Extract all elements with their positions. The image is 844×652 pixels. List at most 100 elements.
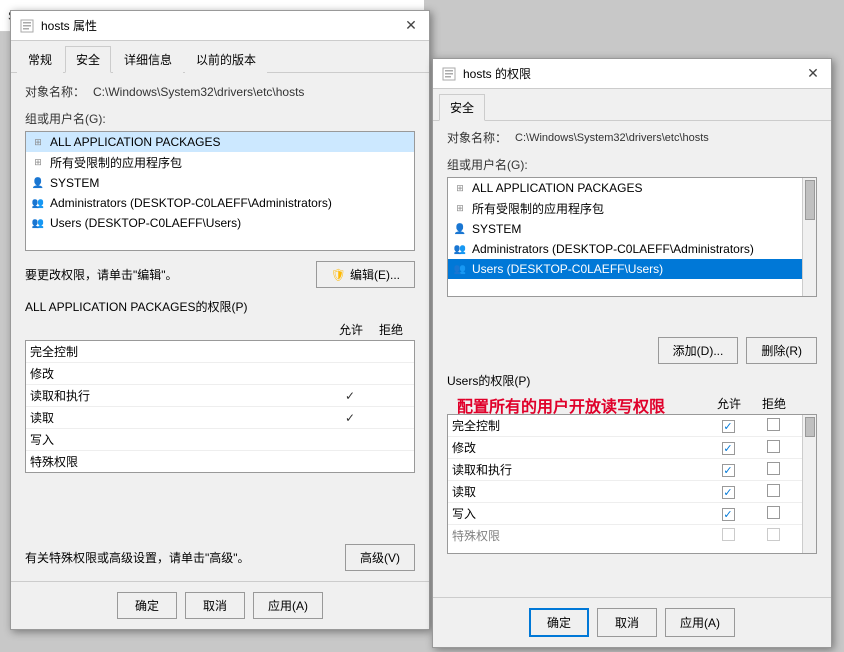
dialog2-tabs: 安全 (433, 89, 831, 121)
remove-button[interactable]: 删除(R) (746, 337, 817, 364)
d2-perm-allow-3[interactable] (708, 485, 748, 499)
add-button[interactable]: 添加(D)... (658, 337, 739, 364)
dialog1-title-left: hosts 属性 (19, 17, 97, 34)
d2-user-icon-3: 👥 (452, 241, 468, 257)
dialog2-list-item-3[interactable]: 👥 Administrators (DESKTOP-C0LAEFF\Admini… (448, 239, 802, 259)
cb-allow-0[interactable] (722, 420, 735, 433)
dialog2-list-item-1[interactable]: ⊞ 所有受限制的应用程序包 (448, 198, 802, 219)
tab-general[interactable]: 常规 (17, 46, 63, 73)
dialog2-list-item-0[interactable]: ⊞ ALL APPLICATION PACKAGES (448, 178, 802, 198)
perm-of: 的权限(P) (196, 300, 248, 314)
dialog2-object-row: 对象名称： C:\Windows\System32\drivers\etc\ho… (447, 129, 817, 146)
cb-deny-4[interactable] (767, 506, 780, 519)
edit-button[interactable]: 🛡 编辑(E)... (316, 261, 415, 288)
d2-user-label-4: Users (DESKTOP-C0LAEFF\Users) (472, 262, 663, 276)
dialog1-tabs: 常规 安全 详细信息 以前的版本 (11, 41, 429, 73)
dialog2-perm-header: Users的权限(P) (447, 372, 817, 389)
dialog2-titlebar: hosts 的权限 ✕ (433, 59, 831, 89)
tab-previous[interactable]: 以前的版本 (185, 46, 267, 73)
d2-perm-deny-4[interactable] (748, 506, 798, 522)
cb-allow-5[interactable] (722, 528, 735, 541)
object-label: 对象名称： (25, 83, 85, 100)
d2-perm-allow-2[interactable] (708, 463, 748, 477)
d2-perm-deny-3[interactable] (748, 484, 798, 500)
dialog2-user-list: ⊞ ALL APPLICATION PACKAGES ⊞ 所有受限制的应用程序包… (448, 178, 802, 296)
dialog2-perm-scrollbar[interactable] (802, 415, 816, 553)
dialog2-list-item-2[interactable]: 👤 SYSTEM (448, 219, 802, 239)
dialog2-group-label: 组或用户名(G): (447, 156, 817, 173)
dialog2-list-item-4[interactable]: 👥 Users (DESKTOP-C0LAEFF\Users) (448, 259, 802, 279)
advanced-button[interactable]: 高级(V) (345, 544, 415, 571)
d2-perm-name-5: 特殊权限 (452, 527, 708, 544)
dialog1-ok-button[interactable]: 确定 (117, 592, 177, 619)
dialog2-apply-button[interactable]: 应用(A) (665, 608, 735, 637)
dialog1-apply-button[interactable]: 应用(A) (253, 592, 323, 619)
tab-details[interactable]: 详细信息 (113, 46, 183, 73)
dialog2-close-button[interactable]: ✕ (803, 64, 823, 84)
perm-allow-3: ✓ (330, 411, 370, 425)
user-icon-users: 👥 (30, 215, 46, 231)
group-label: 组或用户名(G): (25, 110, 415, 127)
d2-user-label-0: ALL APPLICATION PACKAGES (472, 181, 643, 195)
perm-name-0: 完全控制 (30, 343, 330, 360)
dialog2-perm-table-container: 完全控制 修改 读取和执行 读取 (447, 414, 817, 554)
perm-allow-2: ✓ (330, 389, 370, 403)
d2-pkg-icon-0: ⊞ (452, 180, 468, 196)
d2-perm-allow-4[interactable] (708, 507, 748, 521)
user-label-4: Users (DESKTOP-C0LAEFF\Users) (50, 216, 241, 230)
d2-perm-deny-0[interactable] (748, 418, 798, 434)
dialog1-close-button[interactable]: ✕ (401, 16, 421, 36)
cb-allow-1[interactable] (722, 442, 735, 455)
dialog1-btn-row: 确定 取消 应用(A) (11, 581, 429, 629)
d2-user-label-1: 所有受限制的应用程序包 (472, 200, 604, 217)
perm-col-allow: 允许 (331, 321, 371, 338)
check-3-allow: ✓ (345, 411, 355, 425)
perm-row-5: 特殊权限 (26, 451, 414, 472)
user-label-2: SYSTEM (50, 176, 99, 190)
d2-perm-deny-2[interactable] (748, 462, 798, 478)
perm-name-2: 读取和执行 (30, 387, 330, 404)
dialog2-tab-security[interactable]: 安全 (439, 94, 485, 121)
d2-perm-deny-5[interactable] (748, 528, 798, 544)
cb-deny-0[interactable] (767, 418, 780, 431)
hosts-properties-dialog: hosts 属性 ✕ 常规 安全 详细信息 以前的版本 对象名称： C:\Win… (10, 10, 430, 630)
list-item-all-app-pkg[interactable]: ⊞ ALL APPLICATION PACKAGES (26, 132, 414, 152)
list-item-administrators[interactable]: 👥 Administrators (DESKTOP-C0LAEFF\Admini… (26, 193, 414, 213)
perm-row-1: 修改 (26, 363, 414, 385)
list-item-restricted[interactable]: ⊞ 所有受限制的应用程序包 (26, 152, 414, 173)
perm-row-3: 读取 ✓ (26, 407, 414, 429)
cb-allow-4[interactable] (722, 508, 735, 521)
d2-perm-row-0: 完全控制 (448, 415, 802, 437)
perm-row-4: 写入 (26, 429, 414, 451)
scrollbar[interactable] (802, 178, 816, 296)
d2-pkg-icon-1: ⊞ (452, 201, 468, 217)
dialog1-cancel-button[interactable]: 取消 (185, 592, 245, 619)
list-item-users[interactable]: 👥 Users (DESKTOP-C0LAEFF\Users) (26, 213, 414, 233)
dialog1-perm-table: 完全控制 修改 读取和执行 ✓ 读取 ✓ (25, 340, 415, 473)
d2-perm-allow-0[interactable] (708, 419, 748, 433)
list-item-system[interactable]: 👤 SYSTEM (26, 173, 414, 193)
package-icon-1: ⊞ (30, 134, 46, 150)
dialog2-object-label: 对象名称： (447, 129, 507, 146)
d2-perm-of: 的权限(P) (478, 374, 530, 388)
cb-deny-3[interactable] (767, 484, 780, 497)
d2-perm-name-0: 完全控制 (452, 417, 708, 434)
edit-btn-label: 编辑(E)... (350, 266, 400, 283)
d2-perm-deny-1[interactable] (748, 440, 798, 456)
cb-deny-1[interactable] (767, 440, 780, 453)
cb-allow-3[interactable] (722, 486, 735, 499)
d2-perm-allow-5[interactable] (708, 528, 748, 544)
cb-allow-2[interactable] (722, 464, 735, 477)
d2-user-label-3: Administrators (DESKTOP-C0LAEFF\Administ… (472, 242, 754, 256)
hosts-permissions-dialog: hosts 的权限 ✕ 安全 对象名称： C:\Windows\System32… (432, 58, 832, 648)
object-value: C:\Windows\System32\drivers\etc\hosts (93, 85, 304, 99)
cb-deny-5[interactable] (767, 528, 780, 541)
user-icon-system: 👤 (30, 175, 46, 191)
change-perm-text: 要更改权限，请单击"编辑"。 (25, 266, 178, 283)
dialog2-cancel-button[interactable]: 取消 (597, 608, 657, 637)
user-label-1: 所有受限制的应用程序包 (50, 154, 182, 171)
tab-security[interactable]: 安全 (65, 46, 111, 73)
cb-deny-2[interactable] (767, 462, 780, 475)
d2-perm-allow-1[interactable] (708, 441, 748, 455)
dialog2-ok-button[interactable]: 确定 (529, 608, 589, 637)
